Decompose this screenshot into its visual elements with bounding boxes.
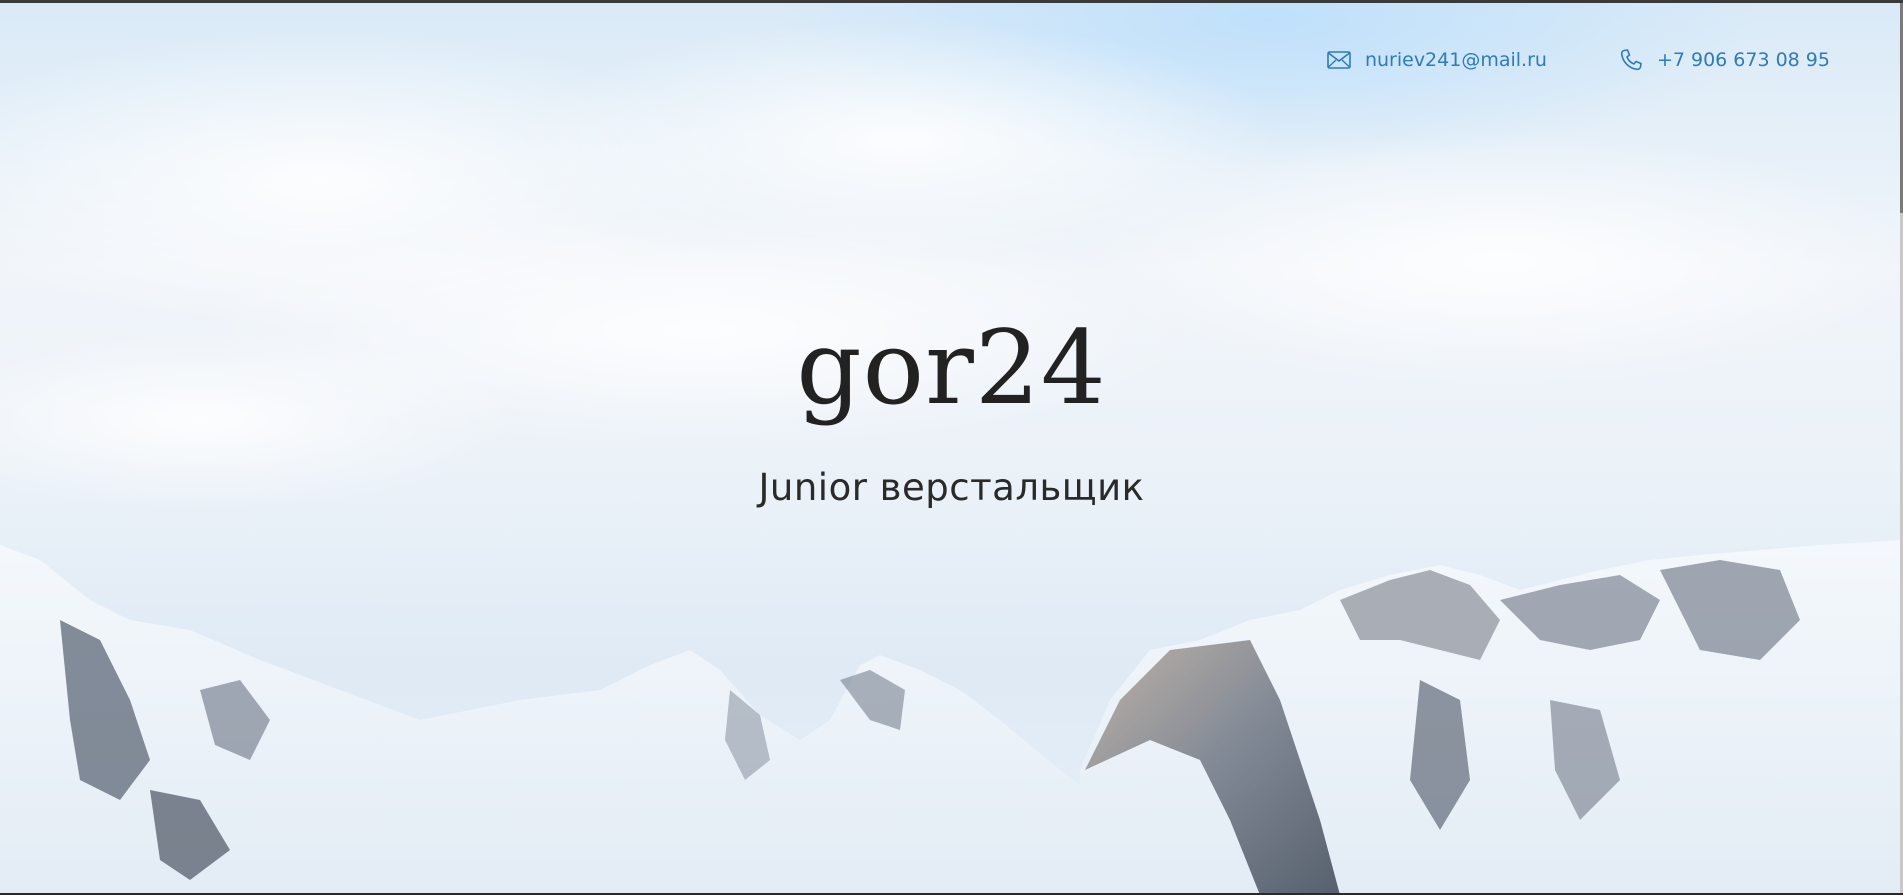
phone-text: +7 906 673 08 95: [1656, 49, 1830, 71]
header-contacts: nuriev241@mail.ru +7 906 673 08 95: [1327, 48, 1830, 72]
hero-subtitle: Junior верстальщик: [758, 466, 1145, 509]
phone-link[interactable]: +7 906 673 08 95: [1619, 48, 1830, 72]
email-link[interactable]: nuriev241@mail.ru: [1327, 49, 1547, 71]
site-logo: gor24: [796, 309, 1107, 428]
envelope-icon: [1327, 51, 1351, 69]
hero-title-block: gor24 Junior верстальщик: [0, 309, 1903, 510]
hero-section: nuriev241@mail.ru +7 906 673 08 95 gor24…: [0, 0, 1903, 895]
top-border: [0, 0, 1903, 3]
email-text: nuriev241@mail.ru: [1364, 49, 1547, 71]
phone-icon: [1619, 48, 1643, 72]
